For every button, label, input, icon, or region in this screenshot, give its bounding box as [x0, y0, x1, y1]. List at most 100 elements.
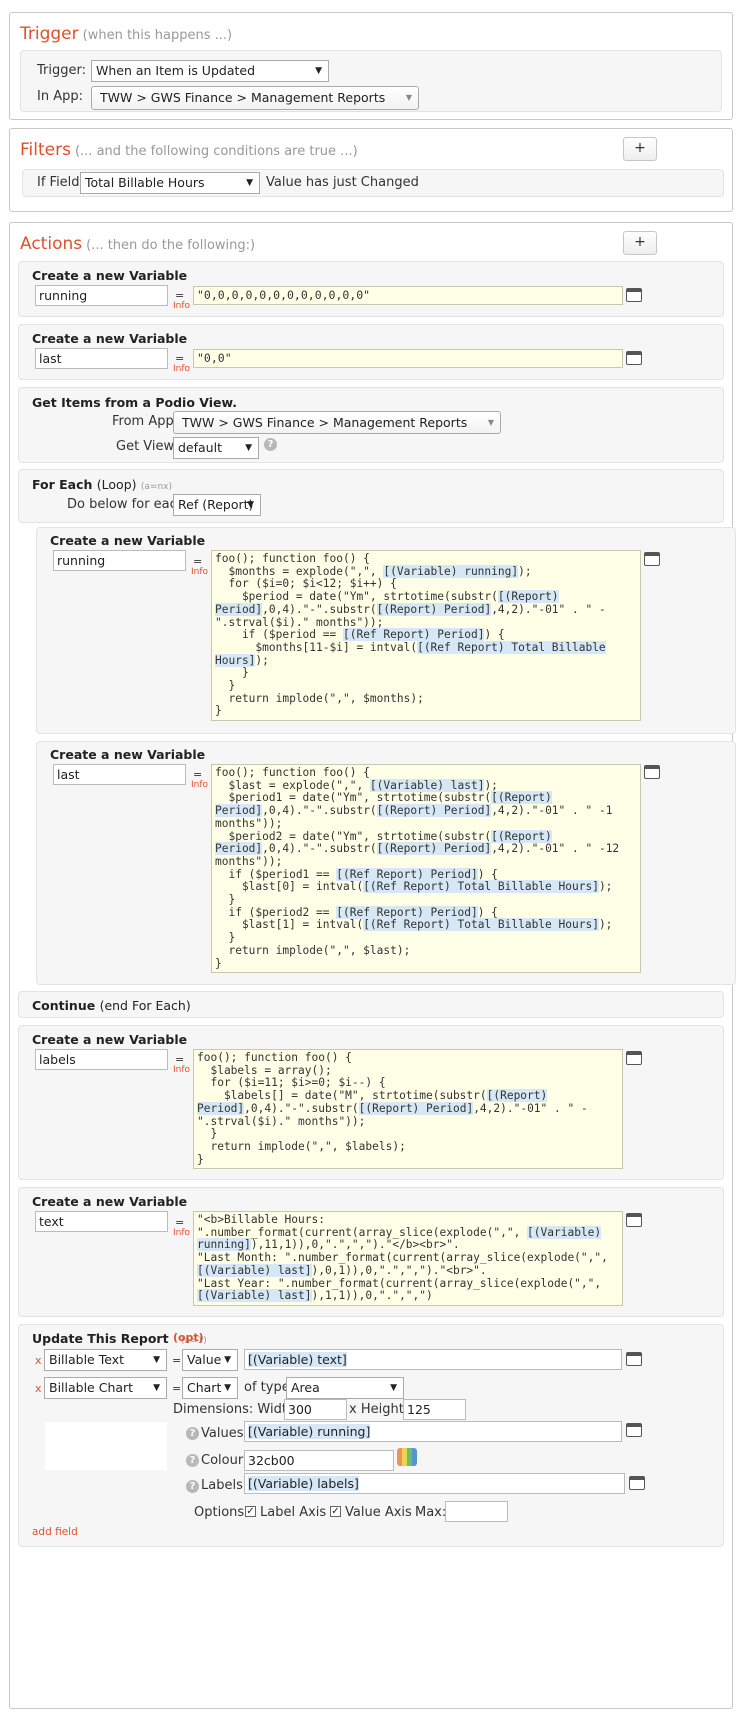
code-text: ,4,2)."-01" . " -12	[491, 842, 620, 856]
in-app-label: In App:	[37, 89, 83, 104]
code-text: return implode(",", $months);	[215, 691, 424, 705]
code-text: months"));	[215, 816, 283, 830]
variable-name-input[interactable]: labels	[35, 1049, 168, 1070]
for-each-select[interactable]: Ref (Report) ▼	[173, 494, 261, 516]
variable-name-input[interactable]: running	[53, 550, 186, 571]
variable-name-input[interactable]: text	[35, 1211, 168, 1232]
info-link[interactable]: Info	[173, 364, 190, 374]
help-icon[interactable]: ?	[186, 1454, 199, 1467]
variable-value-input[interactable]: "0,0,0,0,0,0,0,0,0,0,0,0"	[193, 286, 623, 305]
info-link[interactable]: Info	[191, 567, 208, 577]
code-text: ),0,1)),0,".",",")."<br>".	[311, 1263, 487, 1277]
variable-value-input[interactable]: "0,0"	[193, 349, 623, 368]
labels-input[interactable]: [(Variable) labels]	[244, 1473, 625, 1494]
values-input[interactable]: [(Variable) running]	[244, 1421, 622, 1442]
from-app-select[interactable]: TWW > GWS Finance > Management Reports ▼	[173, 411, 501, 434]
code-text: );	[255, 653, 269, 667]
get-view-label: Get View:	[116, 439, 178, 454]
for-each-title: For Each (Loop) (a=nx)	[32, 477, 172, 492]
info-link[interactable]: Info	[173, 1228, 190, 1238]
calendar-icon[interactable]	[626, 1423, 642, 1437]
field-select[interactable]: Billable Chart ▼	[44, 1377, 167, 1399]
chevron-down-icon: ▼	[487, 418, 494, 427]
calendar-icon[interactable]	[626, 1352, 642, 1366]
colour-palette-icon[interactable]	[397, 1448, 417, 1466]
variable-name-input[interactable]: running	[35, 285, 168, 306]
variable-token: Period]	[215, 804, 263, 818]
calendar-icon[interactable]	[626, 351, 642, 365]
info-link[interactable]: Info	[173, 301, 190, 311]
remove-field-button[interactable]: x	[35, 1382, 42, 1395]
chevron-down-icon: ▼	[390, 1383, 397, 1393]
code-text: }	[215, 704, 222, 718]
width-input[interactable]: 300	[284, 1399, 347, 1420]
panel-title: Create a new Variable	[50, 747, 206, 762]
label-axis-checkbox[interactable]: ✓	[245, 1506, 256, 1517]
if-field-label: If Field	[37, 175, 80, 190]
get-view-select[interactable]: default ▼	[173, 437, 259, 459]
code-text: ,4,2)."-01" . " -1	[491, 804, 613, 818]
code-text: foo(); function foo() {	[215, 766, 370, 779]
equals-sign: =	[172, 1354, 182, 1367]
variable-name-input[interactable]: last	[53, 764, 186, 785]
variable-name-input[interactable]: last	[35, 348, 168, 369]
code-text: }	[215, 679, 236, 693]
help-icon[interactable]: ?	[186, 1427, 199, 1440]
field-select[interactable]: Billable Text ▼	[44, 1349, 167, 1371]
add-field-link[interactable]: add field	[32, 1526, 78, 1538]
calendar-icon[interactable]	[629, 1476, 645, 1490]
code-text: }	[215, 666, 249, 680]
chevron-down-icon: ▼	[245, 443, 252, 453]
code-text: return implode(",", $labels);	[197, 1139, 406, 1153]
variable-token: [(Ref Report) Period]	[342, 628, 485, 642]
code-editor[interactable]: foo(); function foo() { $months = explod…	[211, 550, 641, 721]
calendar-icon[interactable]	[626, 1051, 642, 1065]
code-editor[interactable]: "<b>Billable Hours: ".number_format(curr…	[193, 1211, 623, 1306]
colour-input[interactable]: 32cb00	[244, 1450, 394, 1471]
variable-token: running]	[197, 1238, 251, 1252]
filter-field-select[interactable]: Total Billable Hours ▼	[80, 172, 260, 194]
panel-title: Create a new Variable	[32, 1032, 188, 1047]
chevron-down-icon: ▼	[224, 1383, 231, 1393]
calendar-icon[interactable]	[644, 552, 660, 566]
code-text: if ($period1 ==	[215, 867, 337, 881]
variable-token: Hours]	[215, 653, 256, 667]
max-input[interactable]	[445, 1501, 508, 1522]
calendar-icon[interactable]	[644, 765, 660, 779]
code-editor[interactable]: foo(); function foo() { $last = explode(…	[211, 764, 641, 973]
code-editor[interactable]: foo(); function foo() { $labels = array(…	[193, 1049, 623, 1169]
help-icon[interactable]: ?	[264, 438, 277, 451]
height-label: x Height:	[349, 1402, 409, 1417]
chevron-down-icon: ▼	[246, 178, 253, 188]
add-filter-button[interactable]: +	[623, 137, 657, 161]
code-text: $labels = array();	[197, 1063, 332, 1077]
get-items-title: Get Items from a Podio View.	[32, 395, 237, 410]
code-text: );	[598, 880, 613, 894]
chart-preview	[45, 1422, 167, 1470]
help-icon[interactable]: ?	[186, 1480, 199, 1493]
info-link[interactable]: Info	[191, 780, 208, 790]
continue-title: Continue (end For Each)	[32, 998, 191, 1013]
code-text: for ($i=0; $i<12; $i++) {	[215, 577, 397, 591]
mode-select[interactable]: Value ▼	[182, 1349, 238, 1371]
field-value-input[interactable]: [(Variable) text]	[244, 1349, 622, 1370]
info-link[interactable]: Info	[173, 1065, 190, 1075]
actions-heading: Actions (... then do the following:)	[20, 234, 256, 254]
panel-title: Create a new Variable	[32, 1194, 188, 1209]
height-input[interactable]: 125	[403, 1399, 466, 1420]
code-text: ) {	[477, 867, 498, 881]
of-type-label: of type	[244, 1380, 290, 1395]
remove-field-button[interactable]: x	[35, 1354, 42, 1367]
code-text: if ($period ==	[215, 628, 343, 642]
code-text: months"));	[215, 854, 283, 868]
in-app-select[interactable]: TWW > GWS Finance > Management Reports ▼	[91, 86, 419, 110]
value-axis-checkbox[interactable]: ✓	[330, 1506, 341, 1517]
filters-heading: Filters (... and the following conditions…	[20, 140, 358, 160]
calendar-icon[interactable]	[626, 1213, 642, 1227]
chart-type-select[interactable]: Area ▼	[286, 1377, 404, 1399]
mode-select[interactable]: Chart ▼	[182, 1377, 238, 1399]
calendar-icon[interactable]	[626, 288, 642, 302]
do-below-label: Do below for each	[67, 497, 186, 512]
trigger-select[interactable]: When an Item is Updated ▼	[91, 60, 329, 82]
add-action-button[interactable]: +	[623, 231, 657, 255]
